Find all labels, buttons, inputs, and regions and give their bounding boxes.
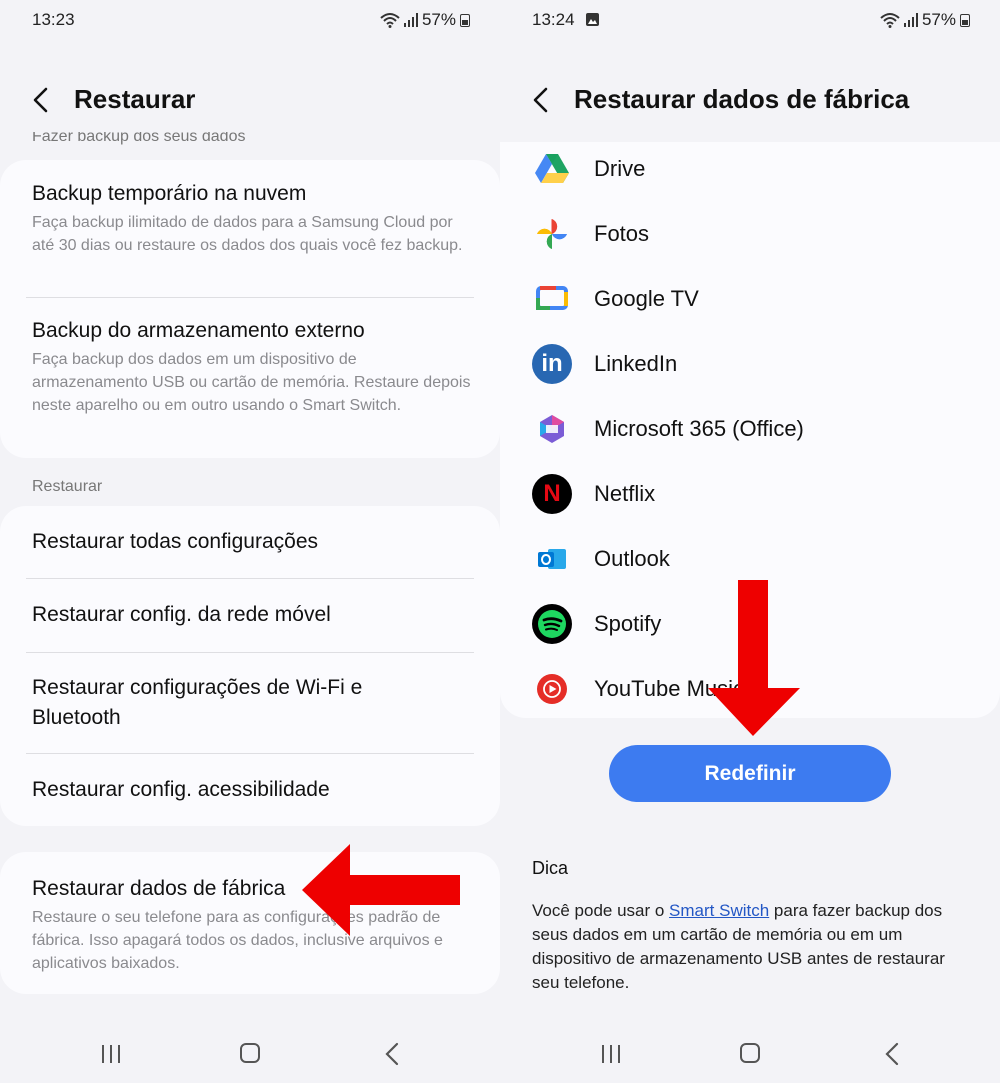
recent-apps-icon[interactable]	[600, 1044, 622, 1064]
app-name: Spotify	[594, 611, 662, 636]
item-title: Backup do armazenamento externo	[32, 319, 365, 342]
restore-screen: 13:23 57% Restaurar Fazer backup dos seu…	[0, 0, 500, 1083]
section-label-reset: Restaurar	[32, 478, 103, 495]
reset-mobile-network-item[interactable]: Restaurar config. da rede móvel	[32, 600, 474, 630]
item-description: Restaure o seu telefone para as configur…	[32, 909, 443, 972]
list-item: Outlook	[530, 534, 970, 584]
tip-title: Dica	[532, 858, 569, 878]
status-icons: 57%	[380, 10, 470, 30]
google-drive-icon	[532, 149, 572, 189]
item-title: Restaurar configurações de Wi-Fi e Bluet…	[32, 676, 363, 729]
factory-reset-card: Restaurar dados de fábrica Restaure o se…	[0, 852, 500, 994]
navigation-bar	[0, 1030, 500, 1080]
list-item: N Netflix	[530, 469, 970, 519]
gallery-notification-icon	[586, 13, 600, 26]
microsoft-365-icon	[532, 409, 572, 449]
list-item: YouTube Music	[530, 664, 970, 714]
spotify-icon	[532, 604, 572, 644]
status-icons: 57%	[880, 10, 970, 30]
linkedin-icon: in	[532, 344, 572, 384]
netflix-icon: N	[532, 474, 572, 514]
back-arrow-icon[interactable]	[30, 86, 52, 114]
google-photos-icon	[532, 214, 572, 254]
reset-accessibility-item[interactable]: Restaurar config. acessibilidade	[32, 775, 474, 805]
wifi-icon	[380, 13, 400, 28]
signal-icon	[903, 13, 918, 27]
google-tv-icon	[532, 279, 572, 319]
item-title: Restaurar config. acessibilidade	[32, 778, 330, 801]
divider	[26, 297, 474, 298]
signal-icon	[403, 13, 418, 27]
battery-percent: 57%	[921, 10, 956, 29]
app-name: Microsoft 365 (Office)	[594, 416, 804, 441]
external-storage-backup-item[interactable]: Backup do armazenamento externo Faça bac…	[32, 316, 474, 417]
backup-card: Backup temporário na nuvem Faça backup i…	[0, 160, 500, 458]
app-name: LinkedIn	[594, 351, 678, 376]
page-title: Restaurar	[74, 84, 196, 114]
reset-all-settings-item[interactable]: Restaurar todas configurações	[32, 527, 474, 557]
app-name: Google TV	[594, 286, 699, 311]
recent-apps-icon[interactable]	[100, 1044, 122, 1064]
home-icon[interactable]	[240, 1043, 260, 1063]
back-arrow-icon[interactable]	[530, 86, 552, 114]
item-title: Restaurar todas configurações	[32, 530, 318, 553]
battery-icon	[460, 13, 470, 27]
list-item: Microsoft 365 (Office)	[530, 404, 970, 454]
divider	[26, 753, 474, 754]
youtube-music-icon	[532, 669, 572, 709]
outlook-icon	[532, 539, 572, 579]
status-time: 13:23	[32, 10, 75, 29]
apps-list-card: Drive Fotos Google TV in LinkedIn Micros…	[500, 142, 1000, 718]
list-item: Fotos	[530, 209, 970, 259]
list-item: Drive	[530, 144, 970, 194]
app-name: Fotos	[594, 221, 650, 246]
list-item: Spotify	[530, 599, 970, 649]
app-name: YouTube Music	[594, 676, 745, 701]
battery-percent: 57%	[421, 10, 456, 29]
app-bar: Restaurar	[0, 72, 500, 128]
wifi-icon	[880, 13, 900, 28]
app-name: Outlook	[594, 546, 670, 571]
factory-reset-screen: 13:24 57% Restaurar dados de fábrica Dri…	[500, 0, 1000, 1083]
section-label-backup: Fazer backup dos seus dados	[32, 132, 246, 145]
tip-text: Você pode usar o Smart Switch para fazer…	[532, 901, 945, 992]
list-item: Google TV	[530, 274, 970, 324]
reset-wifi-bluetooth-item[interactable]: Restaurar configurações de Wi-Fi e Bluet…	[32, 673, 412, 733]
divider	[26, 652, 474, 653]
page-title: Restaurar dados de fábrica	[574, 84, 910, 114]
navigation-bar	[500, 1030, 1000, 1080]
app-name: Drive	[594, 156, 646, 181]
item-title: Restaurar config. da rede móvel	[32, 603, 331, 626]
status-time: 13:24	[532, 10, 600, 30]
nav-back-icon[interactable]	[384, 1042, 400, 1066]
app-name: Netflix	[594, 481, 656, 506]
nav-back-icon[interactable]	[884, 1042, 900, 1066]
cloud-backup-item[interactable]: Backup temporário na nuvem Faça backup i…	[32, 179, 474, 257]
battery-icon	[960, 13, 970, 27]
smart-switch-link[interactable]: Smart Switch	[669, 901, 769, 920]
list-item: in LinkedIn	[530, 339, 970, 389]
item-title: Backup temporário na nuvem	[32, 182, 307, 205]
status-bar: 13:24 57%	[500, 0, 1000, 40]
item-description: Faça backup dos dados em um dispositivo …	[32, 351, 471, 414]
divider	[26, 578, 474, 579]
reset-button[interactable]: Redefinir	[609, 745, 891, 802]
reset-card: Restaurar todas configurações Restaurar …	[0, 506, 500, 826]
factory-reset-item[interactable]: Restaurar dados de fábrica Restaure o se…	[32, 874, 470, 975]
item-title: Restaurar dados de fábrica	[32, 877, 286, 900]
item-description: Faça backup ilimitado de dados para a Sa…	[32, 214, 463, 254]
home-icon[interactable]	[740, 1043, 760, 1063]
app-bar: Restaurar dados de fábrica	[500, 72, 1000, 128]
status-bar: 13:23 57%	[0, 0, 500, 40]
